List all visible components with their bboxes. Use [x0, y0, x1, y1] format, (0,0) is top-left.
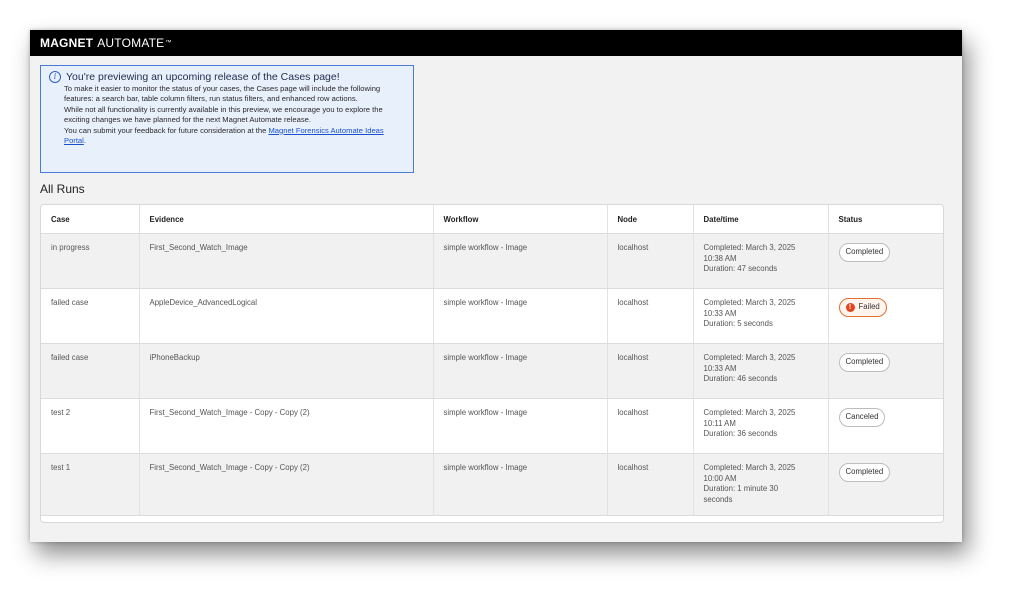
app-window: MAGNET AUTOMATE ™ i You're previewing an…	[30, 30, 962, 542]
column-header-status[interactable]: Status	[828, 205, 943, 234]
trademark-symbol: ™	[165, 40, 172, 46]
cell-workflow: simple workflow - Image	[433, 343, 608, 399]
cell-status: Completed	[828, 343, 943, 399]
info-icon: i	[49, 71, 61, 83]
cell-node: localhost	[607, 398, 694, 454]
cell-datetime: Completed: March 3, 2025 10:33 AM Durati…	[693, 343, 829, 399]
status-badge: Completed	[838, 463, 891, 482]
cell-datetime: Completed: March 3, 2025 10:00 AM Durati…	[693, 453, 829, 516]
cell-status: Completed	[828, 233, 943, 289]
preview-notice-paragraph-3-prefix: You can submit your feedback for future …	[64, 125, 269, 135]
cell-status: ! Failed	[828, 288, 943, 344]
preview-notice-paragraph-2: While not all functionality is currently…	[64, 104, 383, 125]
cell-datetime: Completed: March 3, 2025 10:11 AM Durati…	[693, 398, 829, 454]
cell-case: test 2	[41, 398, 140, 454]
preview-notice-paragraph-3-suffix: .	[83, 136, 86, 146]
cell-workflow: simple workflow - Image	[433, 233, 608, 289]
error-icon: !	[845, 302, 855, 312]
cell-datetime: Completed: March 3, 2025 10:38 AM Durati…	[693, 233, 829, 289]
table-row[interactable]: failed case AppleDevice_AdvancedLogical …	[41, 288, 943, 344]
table-header-row: Case Evidence Workflow Node Date/time St…	[41, 205, 943, 234]
cell-evidence: iPhoneBackup	[139, 343, 434, 399]
status-badge: Completed	[838, 353, 891, 372]
column-header-evidence[interactable]: Evidence	[139, 205, 434, 234]
cell-case: failed case	[41, 288, 140, 344]
top-bar: MAGNET AUTOMATE ™	[30, 30, 962, 56]
preview-notice-paragraph-3: You can submit your feedback for future …	[64, 126, 405, 147]
column-header-node[interactable]: Node	[607, 205, 694, 234]
cell-node: localhost	[607, 288, 694, 344]
column-header-datetime[interactable]: Date/time	[693, 205, 829, 234]
table-row[interactable]: in progress First_Second_Watch_Image sim…	[41, 233, 943, 289]
status-badge-label: Failed	[858, 302, 880, 311]
cell-node: localhost	[607, 343, 694, 399]
cell-case: failed case	[41, 343, 140, 399]
column-header-case[interactable]: Case	[41, 205, 140, 234]
table-row[interactable]: test 1 First_Second_Watch_Image - Copy -…	[41, 453, 943, 516]
cell-status: Completed	[828, 453, 943, 516]
preview-notice: i You're previewing an upcoming release …	[40, 65, 414, 173]
cell-workflow: simple workflow - Image	[433, 453, 608, 516]
cell-evidence: First_Second_Watch_Image - Copy - Copy (…	[139, 453, 434, 516]
cell-case: test 1	[41, 453, 140, 516]
status-badge-failed[interactable]: ! Failed	[838, 298, 887, 317]
cell-node: localhost	[607, 233, 694, 289]
runs-table: Case Evidence Workflow Node Date/time St…	[40, 204, 944, 523]
cell-datetime: Completed: March 3, 2025 10:33 AM Durati…	[693, 288, 829, 344]
brand-logo-light: AUTOMATE	[97, 36, 165, 50]
table-row[interactable]: failed case iPhoneBackup simple workflow…	[41, 343, 943, 399]
cell-workflow: simple workflow - Image	[433, 288, 608, 344]
cell-evidence: First_Second_Watch_Image	[139, 233, 434, 289]
preview-notice-paragraph-1: To make it easier to monitor the status …	[64, 84, 381, 104]
preview-notice-title: You're previewing an upcoming release of…	[66, 71, 340, 83]
brand-logo-bold: MAGNET	[40, 36, 94, 50]
cell-node: localhost	[607, 453, 694, 516]
cell-status: Canceled	[828, 398, 943, 454]
status-badge: Completed	[838, 243, 891, 262]
status-badge: Canceled	[838, 408, 886, 427]
table-row[interactable]: test 2 First_Second_Watch_Image - Copy -…	[41, 398, 943, 454]
column-header-workflow[interactable]: Workflow	[433, 205, 608, 234]
cell-evidence: First_Second_Watch_Image - Copy - Copy (…	[139, 398, 434, 454]
section-title: All Runs	[40, 182, 85, 196]
cell-workflow: simple workflow - Image	[433, 398, 608, 454]
cell-case: in progress	[41, 233, 140, 289]
cell-evidence: AppleDevice_AdvancedLogical	[139, 288, 434, 344]
